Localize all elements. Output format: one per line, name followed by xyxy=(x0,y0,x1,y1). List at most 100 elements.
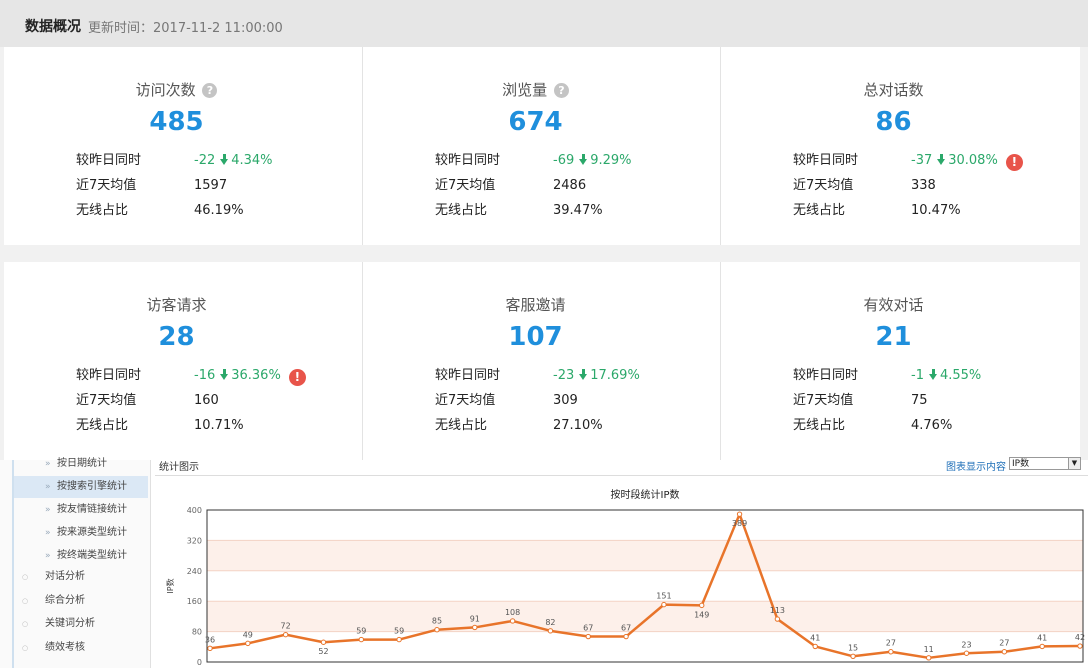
arrow-down-icon xyxy=(220,369,229,380)
data-label: 389 xyxy=(732,519,747,528)
help-icon[interactable]: ? xyxy=(202,83,218,98)
y-tick-label: 240 xyxy=(187,567,202,576)
arrow-down-icon xyxy=(220,154,229,165)
data-label: 72 xyxy=(281,622,291,631)
compare-label: 较昨日同时 xyxy=(793,153,859,168)
data-point xyxy=(585,633,591,640)
metric-card: 有效对话 21 较昨日同时 -1 4.55% 近7天均值 75 无线占比 4.76% xyxy=(720,262,1079,460)
compare-row: 较昨日同时 -22 4.34% xyxy=(76,149,273,168)
sidebar-item[interactable]: 按日期统计 xyxy=(0,453,150,475)
data-label: 85 xyxy=(432,617,442,626)
metric-title: 访客请求 xyxy=(146,296,207,314)
metric-value: 107 xyxy=(508,322,563,352)
compare-percent: 4.34% xyxy=(231,153,273,168)
avg-value: 75 xyxy=(911,393,928,408)
y-tick-label: 80 xyxy=(192,628,202,637)
avg-row: 近7天均值 338 xyxy=(793,174,936,193)
compare-diff: -22 xyxy=(194,153,216,168)
wireless-label: 无线占比 xyxy=(76,203,129,218)
chevron-down-icon[interactable]: ▼ xyxy=(1068,458,1080,469)
metric-value: 28 xyxy=(158,322,195,352)
data-point xyxy=(623,633,629,640)
wireless-label: 无线占比 xyxy=(435,418,488,433)
sidebar-item[interactable]: 按搜索引擎统计 xyxy=(14,476,148,498)
metric-card: 访客请求 28 较昨日同时 -16 36.36%! 近7天均值 160 无线占比 10.71% xyxy=(4,262,362,460)
data-point xyxy=(472,624,478,631)
sidebar-item[interactable]: 综合分析 xyxy=(0,590,150,612)
wireless-value: 46.19% xyxy=(194,203,244,218)
series-line xyxy=(209,512,1081,660)
compare-label: 较昨日同时 xyxy=(76,153,142,168)
metric-value: 86 xyxy=(875,107,912,137)
metric-card: 浏览量 ? 674 较昨日同时 -69 9.29% 近7天均值 2486 无线占比 39.47% xyxy=(362,47,721,245)
wireless-label: 无线占比 xyxy=(793,418,846,433)
avg-label: 近7天均值 xyxy=(435,393,496,408)
avg-label: 近7天均值 xyxy=(76,178,137,193)
metric-value: 21 xyxy=(875,322,912,352)
warning-icon[interactable]: ! xyxy=(288,369,306,386)
y-tick-label: 0 xyxy=(197,658,202,667)
sidebar-nav: 按日期统计按搜索引擎统计按友情链接统计按来源类型统计按终端类型统计对话分析综合分… xyxy=(0,453,151,668)
wireless-row: 无线占比 4.76% xyxy=(793,414,952,433)
metric-title: 客服邀请 xyxy=(505,296,566,314)
data-label: 113 xyxy=(770,606,785,615)
warning-icon[interactable]: ! xyxy=(1005,154,1023,171)
data-point xyxy=(547,628,554,634)
wireless-value: 27.10% xyxy=(553,418,603,433)
wireless-value: 39.47% xyxy=(553,203,603,218)
chart-content-select[interactable]: IP数 ▼ xyxy=(1009,457,1081,470)
data-label: 59 xyxy=(394,627,404,636)
overview-title: 数据概况 xyxy=(25,19,81,35)
data-point xyxy=(320,639,327,645)
overview-header: 数据概况 更新时间：2017-11-2 11:00:00 xyxy=(0,0,1088,47)
metrics-panel-bottom: 访客请求 28 较昨日同时 -16 36.36%! 近7天均值 160 无线占比 10.71% 客… xyxy=(4,262,1080,460)
data-point xyxy=(699,602,705,609)
sidebar-item[interactable]: 关键词分析 xyxy=(0,613,150,635)
help-icon[interactable]: ? xyxy=(553,83,569,98)
sidebar-item[interactable]: 按友情链接统计 xyxy=(0,499,150,521)
data-label: 36 xyxy=(205,635,215,644)
data-label: 11 xyxy=(924,645,934,654)
data-point xyxy=(207,645,213,652)
avg-row: 近7天均值 1597 xyxy=(76,174,227,193)
avg-value: 160 xyxy=(194,393,219,408)
arrow-down-icon xyxy=(579,154,588,165)
compare-percent: 9.29% xyxy=(590,153,632,168)
metric-title: 浏览量 ? xyxy=(363,79,708,100)
sidebar-item[interactable]: 按终端类型统计 xyxy=(0,545,150,567)
wireless-row: 无线占比 10.71% xyxy=(76,414,244,433)
compare-row: 较昨日同时 -1 4.55% xyxy=(793,364,981,383)
sidebar-item[interactable]: 绩效考核 xyxy=(0,637,150,659)
avg-row: 近7天均值 309 xyxy=(435,389,578,408)
data-point xyxy=(774,616,781,622)
wireless-label: 无线占比 xyxy=(793,203,846,218)
sidebar-item[interactable]: 对话分析 xyxy=(0,566,150,588)
chart-band xyxy=(207,540,1083,571)
compare-label: 较昨日同时 xyxy=(435,153,501,168)
data-point xyxy=(509,618,516,624)
avg-value: 1597 xyxy=(194,178,228,193)
chart-band xyxy=(207,601,1083,632)
y-axis-label: IP数 xyxy=(165,578,175,593)
compare-row: 较昨日同时 -16 36.36%! xyxy=(76,364,306,386)
compare-percent: 30.08% xyxy=(948,153,998,168)
compare-row: 较昨日同时 -37 30.08%! xyxy=(793,149,1023,171)
data-label: 27 xyxy=(999,639,1009,648)
data-label: 67 xyxy=(583,624,593,633)
sidebar-item[interactable]: 按来源类型统计 xyxy=(0,522,150,544)
compare-percent: 36.36% xyxy=(231,368,281,383)
data-label: 23 xyxy=(961,640,971,649)
wireless-value: 10.47% xyxy=(911,203,961,218)
data-point xyxy=(888,649,894,655)
metric-title: 访问次数 ? xyxy=(4,79,349,100)
data-point xyxy=(1039,643,1045,650)
chart-frame xyxy=(206,509,1084,663)
y-tick-label: 160 xyxy=(187,597,202,606)
data-label: 151 xyxy=(656,592,671,601)
metrics-panel-top: 访问次数 ? 485 较昨日同时 -22 4.34% 近7天均值 1597 无线占比 46.19… xyxy=(4,47,1080,245)
data-label: 59 xyxy=(356,627,366,636)
chart-panel-title: 统计图示 xyxy=(159,462,199,473)
data-point xyxy=(1001,649,1008,655)
arrow-down-icon xyxy=(937,154,946,165)
metric-card: 访问次数 ? 485 较昨日同时 -22 4.34% 近7天均值 1597 无线占比 46.19… xyxy=(4,47,362,245)
